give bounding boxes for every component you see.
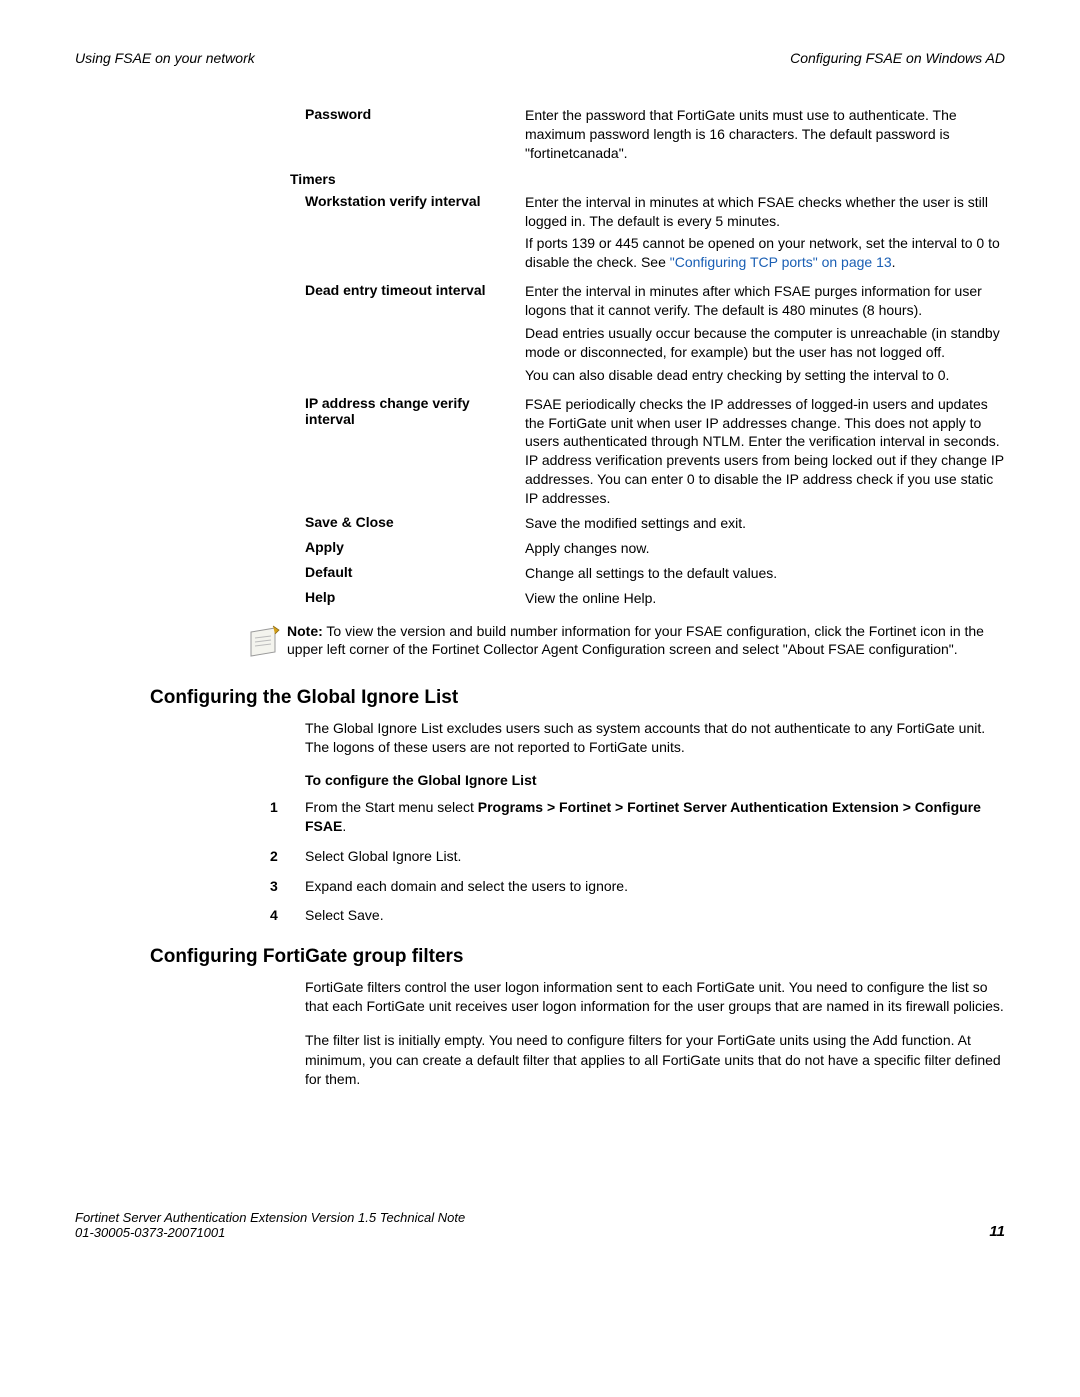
def-desc: Enter the interval in minutes at which F… [525, 193, 1005, 277]
def-label: Default [305, 564, 525, 583]
para: Enter the interval in minutes at which F… [525, 193, 1005, 231]
def-default: Default Change all settings to the defau… [305, 564, 1005, 583]
step-number: 4 [270, 906, 305, 926]
note-text: Note: To view the version and build numb… [287, 622, 1005, 660]
def-desc: FSAE periodically checks the IP addresse… [525, 395, 1005, 508]
page-number: 11 [989, 1223, 1005, 1240]
note-label: Note: [287, 623, 323, 639]
page-header: Using FSAE on your network Configuring F… [75, 50, 1005, 66]
step-4: 4 Select Save. [270, 906, 1005, 926]
def-desc: Enter the password that FortiGate units … [525, 106, 1005, 163]
note-body: To view the version and build number inf… [287, 623, 984, 658]
heading-global-ignore: Configuring the Global Ignore List [150, 687, 1005, 709]
heading-group-filters: Configuring FortiGate group filters [150, 946, 1005, 968]
def-help: Help View the online Help. [305, 589, 1005, 608]
note-icon [245, 622, 287, 663]
header-left: Using FSAE on your network [75, 50, 255, 66]
def-desc: Change all settings to the default value… [525, 564, 1005, 583]
def-label: Dead entry timeout interval [305, 282, 525, 388]
footer-docid: 01-30005-0373-20071001 [75, 1225, 465, 1240]
link-tcp-ports[interactable]: "Configuring TCP ports" on page 13 [670, 254, 892, 270]
def-ip-change: IP address change verify interval FSAE p… [305, 395, 1005, 508]
def-desc: Enter the interval in minutes after whic… [525, 282, 1005, 388]
def-label: Save & Close [305, 514, 525, 533]
sub-heading: To configure the Global Ignore List [305, 772, 1005, 788]
def-label: Workstation verify interval [305, 193, 525, 277]
para: The filter list is initially empty. You … [305, 1031, 1005, 1090]
step-number: 3 [270, 877, 305, 897]
def-save-close: Save & Close Save the modified settings … [305, 514, 1005, 533]
note-block: Note: To view the version and build numb… [245, 622, 1005, 663]
def-label: Help [305, 589, 525, 608]
def-label: Password [305, 106, 525, 163]
step-text: Select Global Ignore List. [305, 847, 1005, 867]
footer-left: Fortinet Server Authentication Extension… [75, 1210, 465, 1240]
para: If ports 139 or 445 cannot be opened on … [525, 234, 1005, 272]
step-number: 2 [270, 847, 305, 867]
def-label: Apply [305, 539, 525, 558]
def-desc: Apply changes now. [525, 539, 1005, 558]
para: Dead entries usually occur because the c… [525, 324, 1005, 362]
step-2: 2 Select Global Ignore List. [270, 847, 1005, 867]
para: You can also disable dead entry checking… [525, 366, 1005, 385]
def-dead-entry: Dead entry timeout interval Enter the in… [305, 282, 1005, 388]
timers-heading: Timers [290, 171, 1005, 187]
step-3: 3 Expand each domain and select the user… [270, 877, 1005, 897]
footer-title: Fortinet Server Authentication Extension… [75, 1210, 465, 1225]
def-desc: View the online Help. [525, 589, 1005, 608]
intro-para: The Global Ignore List excludes users su… [305, 719, 1005, 758]
definition-table: Password Enter the password that FortiGa… [305, 106, 1005, 163]
step-number: 1 [270, 798, 305, 837]
def-label: IP address change verify interval [305, 395, 525, 508]
steps-list: 1 From the Start menu select Programs > … [270, 798, 1005, 926]
page-footer: Fortinet Server Authentication Extension… [75, 1210, 1005, 1240]
def-desc: Save the modified settings and exit. [525, 514, 1005, 533]
step-text: Select Save. [305, 906, 1005, 926]
header-right: Configuring FSAE on Windows AD [790, 50, 1005, 66]
def-apply: Apply Apply changes now. [305, 539, 1005, 558]
def-password: Password Enter the password that FortiGa… [305, 106, 1005, 163]
step-text: From the Start menu select Programs > Fo… [305, 798, 1005, 837]
para: Enter the interval in minutes after whic… [525, 282, 1005, 320]
def-workstation: Workstation verify interval Enter the in… [305, 193, 1005, 277]
step-text: Expand each domain and select the users … [305, 877, 1005, 897]
step-1: 1 From the Start menu select Programs > … [270, 798, 1005, 837]
para: FortiGate filters control the user logon… [305, 978, 1005, 1017]
